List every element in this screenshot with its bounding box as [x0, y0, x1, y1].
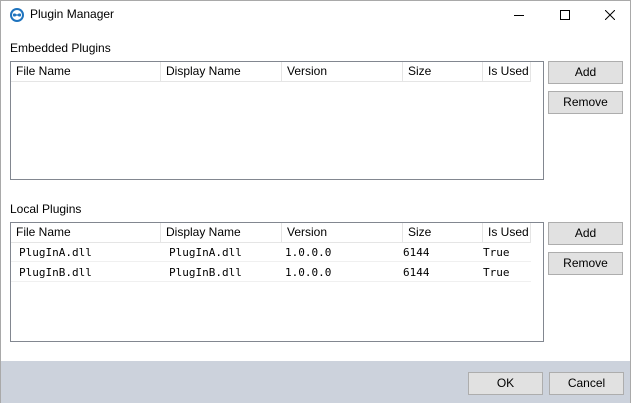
- cell-file-name: PlugInA.dll: [19, 246, 92, 259]
- close-icon: [605, 10, 615, 20]
- cell-is-used: True: [483, 246, 510, 259]
- dialog-footer: OK Cancel: [1, 361, 630, 403]
- column-file-name[interactable]: File Name: [11, 223, 161, 243]
- cell-display-name: PlugInB.dll: [169, 266, 242, 279]
- column-file-name[interactable]: File Name: [11, 62, 161, 82]
- table-row[interactable]: PlugInB.dll PlugInB.dll 1.0.0.0 6144 Tru…: [11, 263, 531, 282]
- embedded-add-button[interactable]: Add: [548, 61, 623, 84]
- maximize-button[interactable]: [542, 1, 588, 29]
- cell-version: 1.0.0.0: [285, 266, 332, 279]
- table-row[interactable]: PlugInA.dll PlugInA.dll 1.0.0.0 6144 Tru…: [11, 243, 531, 262]
- column-size[interactable]: Size: [403, 62, 483, 82]
- plugin-manager-window: Plugin Manager Embedded Plugins File Nam…: [0, 0, 631, 403]
- local-plugins-list[interactable]: File Name Display Name Version Size Is U…: [10, 222, 544, 342]
- minimize-icon: [514, 15, 524, 16]
- local-list-header: File Name Display Name Version Size Is U…: [11, 223, 531, 243]
- local-remove-button[interactable]: Remove: [548, 252, 623, 275]
- local-add-button[interactable]: Add: [548, 222, 623, 245]
- cell-is-used: True: [483, 266, 510, 279]
- column-is-used[interactable]: Is Used: [483, 223, 531, 243]
- window-title: Plugin Manager: [30, 7, 115, 21]
- maximize-icon: [560, 10, 570, 20]
- column-version[interactable]: Version: [282, 223, 403, 243]
- minimize-button[interactable]: [496, 1, 542, 29]
- column-display-name[interactable]: Display Name: [161, 223, 282, 243]
- cell-size: 6144: [403, 266, 430, 279]
- cell-file-name: PlugInB.dll: [19, 266, 92, 279]
- ok-button[interactable]: OK: [468, 372, 543, 395]
- embedded-remove-button[interactable]: Remove: [548, 91, 623, 114]
- cancel-button[interactable]: Cancel: [549, 372, 624, 395]
- cell-size: 6144: [403, 246, 430, 259]
- embedded-list-header: File Name Display Name Version Size Is U…: [11, 62, 531, 82]
- column-display-name[interactable]: Display Name: [161, 62, 282, 82]
- column-size[interactable]: Size: [403, 223, 483, 243]
- column-is-used[interactable]: Is Used: [483, 62, 531, 82]
- title-bar[interactable]: Plugin Manager: [1, 1, 630, 29]
- embedded-plugins-list[interactable]: File Name Display Name Version Size Is U…: [10, 61, 544, 180]
- cell-version: 1.0.0.0: [285, 246, 332, 259]
- column-version[interactable]: Version: [282, 62, 403, 82]
- cell-display-name: PlugInA.dll: [169, 246, 242, 259]
- plugin-manager-app-icon: [9, 7, 25, 23]
- embedded-plugins-label: Embedded Plugins: [10, 41, 111, 55]
- close-button[interactable]: [587, 1, 631, 29]
- local-plugins-label: Local Plugins: [10, 202, 82, 216]
